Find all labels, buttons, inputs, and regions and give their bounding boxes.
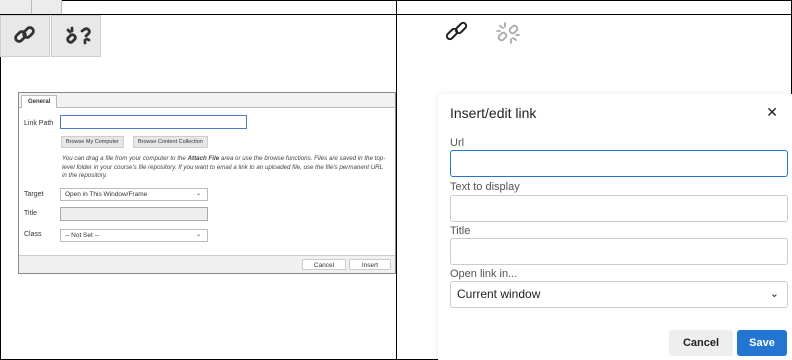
legacy-unlink-button[interactable] [51,15,101,57]
class-select[interactable]: -- Not Set -- ⌄ [60,229,208,242]
open-link-in-label: Open link in... [450,268,518,280]
tab-general[interactable]: General [21,95,58,108]
unlink-icon[interactable] [494,20,522,46]
target-select-value: Open in This Window/Frame [65,191,148,198]
open-link-in-select[interactable]: Current window ⌄ [450,281,788,308]
link-path-input[interactable] [60,115,247,129]
title-input[interactable] [60,207,208,221]
url-label: Url [450,137,465,149]
title-label: Title [24,210,37,217]
top-divider [0,14,792,15]
title-label: Title [450,225,471,237]
toolbar-cell [0,0,32,14]
toolbar-cell [32,0,62,14]
link-icon [14,26,35,43]
text-to-display-input[interactable] [450,195,788,222]
target-label: Target [24,191,44,198]
save-button[interactable]: Save [737,330,787,356]
attach-help-text: You can drag a file from your computer t… [62,155,387,181]
title-input[interactable] [450,238,788,265]
url-input[interactable] [450,150,788,177]
close-icon[interactable]: ✕ [766,104,778,121]
help-text-start: You can drag a file from your computer t… [62,155,188,162]
legacy-link-dialog: General Link Path Browse My Computer Bro… [18,92,396,274]
text-to-display-label: Text to display [450,181,520,193]
legacy-tab-strip: General [19,93,395,108]
link-path-label: Link Path [24,120,54,127]
cancel-button[interactable]: Cancel [669,330,733,356]
cancel-button[interactable]: Cancel [302,259,346,270]
browse-my-computer-button[interactable]: Browse My Computer [61,136,124,148]
browse-content-collection-button[interactable]: Browse Content Collection [133,136,208,148]
target-select[interactable]: Open in This Window/Frame ⌄ [60,188,208,201]
column-divider [396,0,397,360]
chevron-down-icon: ⌄ [195,232,201,238]
open-link-in-value: Current window [457,287,541,301]
chevron-down-icon: ⌄ [769,288,779,300]
class-select-value: -- Not Set -- [65,232,99,239]
modern-link-dialog: Insert/edit link ✕ Url Text to display T… [438,94,792,360]
insert-button[interactable]: Insert [349,259,391,270]
help-text-bold: Attach File [187,155,220,162]
link-icon[interactable] [444,20,470,44]
dialog-title: Insert/edit link [450,105,537,121]
legacy-toolbar [0,15,103,57]
legacy-footer: Cancel Insert [19,255,395,273]
legacy-link-button[interactable] [0,15,50,57]
unlink-icon [66,26,91,45]
class-label: Class [24,231,42,238]
chevron-down-icon: ⌄ [195,191,201,197]
